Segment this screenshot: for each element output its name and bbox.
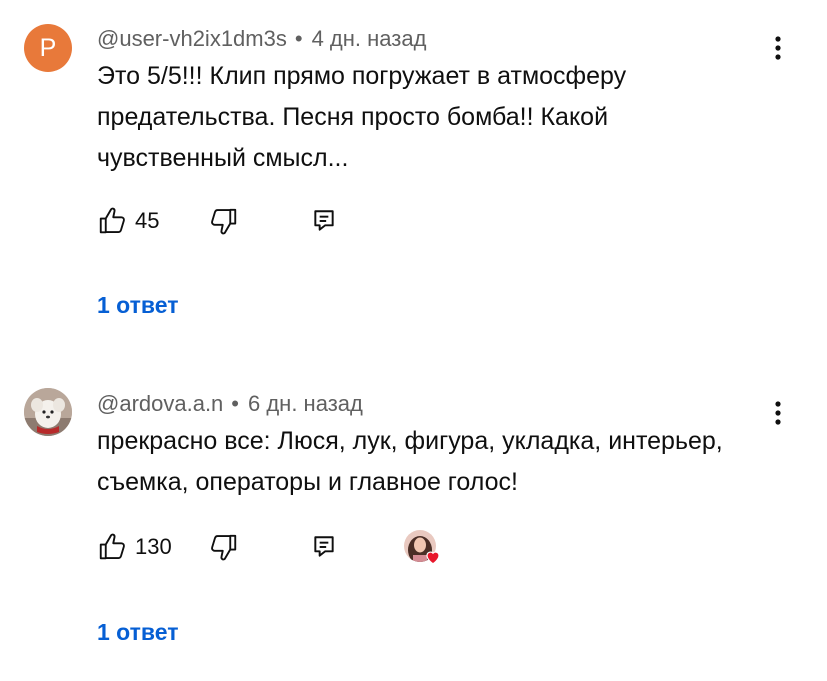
more-vertical-icon (775, 36, 781, 60)
thumbs-up-icon (99, 207, 125, 234)
dislike-button[interactable] (209, 203, 239, 239)
reply-comment-icon (314, 210, 334, 231)
like-count: 45 (135, 208, 160, 233)
more-actions-button[interactable] (762, 397, 794, 429)
thumbs-up-icon (99, 533, 125, 560)
thumbs-down-icon (211, 208, 237, 235)
meta-separator: • (294, 26, 303, 51)
replies-toggle[interactable]: 1 ответ (97, 619, 179, 646)
heart-icon (426, 551, 440, 565)
comment-text: Это 5/5!!! Клип прямо погружает в атмосф… (97, 62, 627, 172)
comment-meta: @user-vh2ix1dm3s • 4 дн. назад (97, 26, 426, 52)
avatar[interactable] (24, 388, 72, 436)
like-button[interactable]: 45 (97, 203, 159, 239)
replies-toggle[interactable]: 1 ответ (97, 292, 179, 319)
comment-time[interactable]: 6 дн. назад (248, 391, 363, 416)
avatar-letter: P (39, 33, 57, 62)
thumbs-down-icon (211, 534, 237, 561)
more-actions-button[interactable] (762, 32, 794, 64)
avatar[interactable]: P (24, 24, 72, 72)
comment-meta: @ardova.a.n • 6 дн. назад (97, 391, 363, 417)
dislike-button[interactable] (209, 529, 239, 565)
creator-heart-badge[interactable] (404, 530, 444, 570)
reply-button[interactable] (311, 529, 337, 565)
like-button[interactable]: 130 (97, 529, 172, 565)
comment-time[interactable]: 4 дн. назад (312, 26, 427, 51)
meta-separator: • (231, 391, 239, 416)
author-name[interactable]: @ardova.a.n (97, 391, 223, 416)
reply-comment-icon (314, 536, 334, 557)
more-vertical-icon (775, 401, 781, 425)
comment-text: прекрасно все: Люся, лук, фигура, укладк… (97, 427, 723, 496)
reply-button[interactable] (311, 203, 337, 239)
author-name[interactable]: @user-vh2ix1dm3s (97, 26, 287, 51)
dog-photo-avatar (24, 388, 72, 436)
like-count: 130 (135, 534, 172, 559)
